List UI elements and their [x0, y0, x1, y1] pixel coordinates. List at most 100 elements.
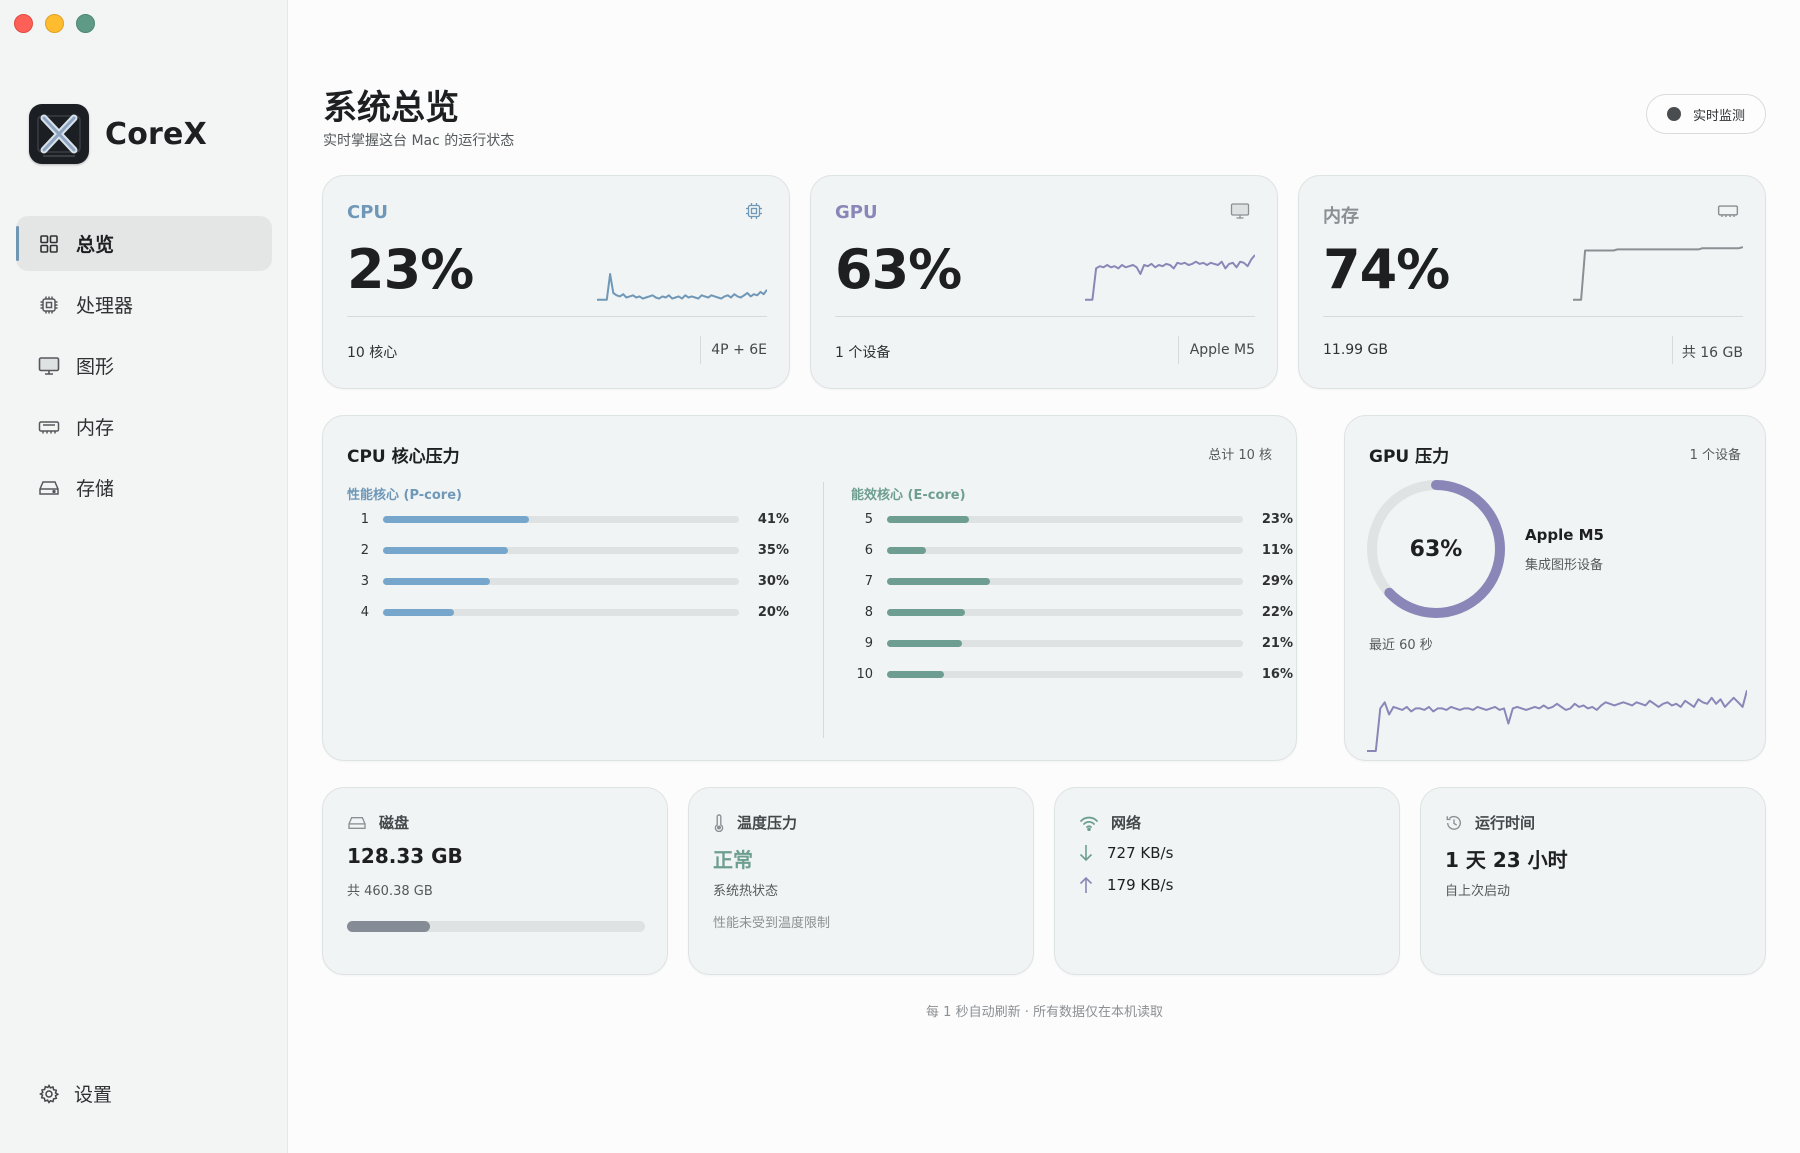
core-usage-bar	[383, 608, 739, 616]
gpu-pressure-device-name: Apple M5	[1525, 526, 1604, 544]
gpu-pressure-devices: 1 个设备	[1689, 448, 1741, 463]
core-percent: 30%	[757, 573, 789, 589]
core-usage-fill	[887, 515, 969, 523]
memory-value: 74%	[1323, 238, 1450, 301]
core-usage-fill	[887, 639, 962, 647]
core-row: 10 16%	[851, 665, 1293, 683]
cpu-sparkline	[597, 273, 767, 301]
sidebar: CoreX 总览 处理器 图形 内存 存储 设置	[0, 0, 288, 1153]
thermometer-icon	[714, 813, 724, 832]
live-status-dot	[1666, 107, 1681, 121]
close-window-button[interactable]	[14, 14, 33, 33]
core-usage-fill	[383, 546, 508, 554]
core-usage-bar	[887, 577, 1243, 585]
e-core-heading: 能效核心 (E-core)	[851, 488, 966, 503]
core-percent: 11%	[1261, 542, 1293, 558]
core-row: 7 29%	[851, 572, 1293, 590]
core-row: 1 41%	[347, 510, 789, 528]
core-usage-fill	[887, 608, 966, 616]
gpu-recent-label: 最近 60 秒	[1369, 638, 1433, 653]
network-card[interactable]: 网络 727 KB/s 179 KB/s	[1054, 787, 1400, 975]
sidebar-nav: 总览 处理器 图形 内存 存储	[16, 216, 272, 521]
thermal-label: 温度压力	[737, 814, 798, 832]
core-percent: 23%	[1261, 511, 1293, 527]
core-usage-fill	[887, 546, 927, 554]
uptime-value: 1 天 23 小时	[1445, 848, 1568, 872]
core-percent: 41%	[757, 511, 789, 527]
gpu-pressure-card: GPU 压力 1 个设备 63% Apple M5 集成图形设备 最近 60 秒	[1344, 415, 1766, 761]
core-usage-bar	[383, 546, 739, 554]
sidebar-item-label: 总览	[76, 234, 115, 256]
sidebar-item-label: 存储	[76, 478, 115, 500]
sidebar-item-processor[interactable]: 处理器	[16, 277, 272, 332]
memory-label: 内存	[1323, 206, 1359, 227]
sidebar-item-graphics[interactable]: 图形	[16, 338, 272, 393]
memory-sparkline	[1573, 246, 1743, 301]
memory-total: 共 16 GB	[1681, 345, 1743, 361]
uptime-sub: 自上次启动	[1445, 884, 1511, 899]
main-content: 系统总览 实时掌握这台 Mac 的运行状态 实时监测 CPU 23% 10 核心…	[289, 0, 1800, 1153]
core-usage-fill	[887, 670, 944, 678]
cpu-sparkline-line	[597, 273, 767, 301]
core-row: 6 11%	[851, 541, 1293, 559]
thermal-note: 性能未受到温度限制	[713, 916, 831, 931]
thermal-status: 正常	[713, 848, 753, 872]
memory-icon	[1717, 205, 1739, 218]
divider	[1323, 316, 1743, 317]
core-usage-bar	[887, 639, 1243, 647]
gear-icon	[38, 1083, 60, 1105]
divider	[1672, 336, 1673, 364]
sidebar-item-memory[interactable]: 内存	[16, 399, 272, 454]
live-monitor-button[interactable]: 实时监测	[1646, 94, 1766, 134]
chip-icon	[746, 203, 762, 219]
core-usage-bar	[887, 546, 1243, 554]
sidebar-item-settings[interactable]: 设置	[38, 1080, 112, 1107]
monitor-icon	[38, 355, 60, 377]
gpu-pressure-value: 63%	[1409, 536, 1463, 562]
page-subtitle: 实时掌握这台 Mac 的运行状态	[323, 133, 515, 149]
network-download: 727 KB/s	[1107, 844, 1174, 862]
sidebar-item-overview[interactable]: 总览	[16, 216, 272, 271]
gpu-history-line	[1367, 689, 1747, 752]
memory-card[interactable]: 内存 74% 11.99 GB 共 16 GB	[1298, 175, 1766, 389]
network-download-row: 727 KB/s	[1079, 844, 1173, 862]
zoom-window-button[interactable]	[76, 14, 95, 33]
core-usage-bar	[887, 670, 1243, 678]
grid-icon	[38, 233, 60, 255]
divider	[347, 316, 767, 317]
cpu-cores-card: CPU 核心压力 总计 10 核 性能核心 (P-core) 能效核心 (E-c…	[322, 415, 1297, 761]
core-number: 10	[856, 666, 873, 682]
monitor-icon	[1230, 203, 1250, 219]
wifi-icon	[1080, 816, 1098, 831]
cpu-card[interactable]: CPU 23% 10 核心 4P + 6E	[322, 175, 790, 389]
core-number: 6	[864, 542, 873, 558]
clock-history-icon	[1446, 815, 1461, 830]
disk-usage-bar	[347, 921, 645, 932]
arrow-down-icon	[1079, 845, 1093, 862]
core-percent: 20%	[757, 604, 789, 620]
sidebar-item-label: 处理器	[76, 295, 134, 317]
uptime-card[interactable]: 运行时间 1 天 23 小时 自上次启动	[1420, 787, 1766, 975]
core-row: 9 21%	[851, 634, 1293, 652]
drive-icon	[348, 816, 366, 829]
minimize-window-button[interactable]	[45, 14, 64, 33]
divider	[823, 482, 824, 738]
app-logo-icon	[29, 104, 89, 164]
core-percent: 16%	[1261, 666, 1293, 682]
core-usage-bar	[383, 515, 739, 523]
core-row: 4 20%	[347, 603, 789, 621]
gpu-value: 63%	[835, 238, 962, 301]
gpu-card[interactable]: GPU 63% 1 个设备 Apple M5	[810, 175, 1278, 389]
page-title: 系统总览	[323, 88, 459, 128]
thermal-card[interactable]: 温度压力 正常 系统热状态 性能未受到温度限制	[688, 787, 1034, 975]
memory-icon	[38, 416, 60, 438]
core-row: 2 35%	[347, 541, 789, 559]
gpu-label: GPU	[835, 202, 878, 223]
core-number: 7	[864, 573, 873, 589]
settings-label: 设置	[74, 1084, 113, 1106]
chip-icon	[38, 294, 60, 316]
divider	[1178, 336, 1179, 364]
disk-card[interactable]: 磁盘 128.33 GB 共 460.38 GB	[322, 787, 668, 975]
thermal-heading: 温度压力	[713, 812, 797, 833]
sidebar-item-storage[interactable]: 存储	[16, 460, 272, 515]
